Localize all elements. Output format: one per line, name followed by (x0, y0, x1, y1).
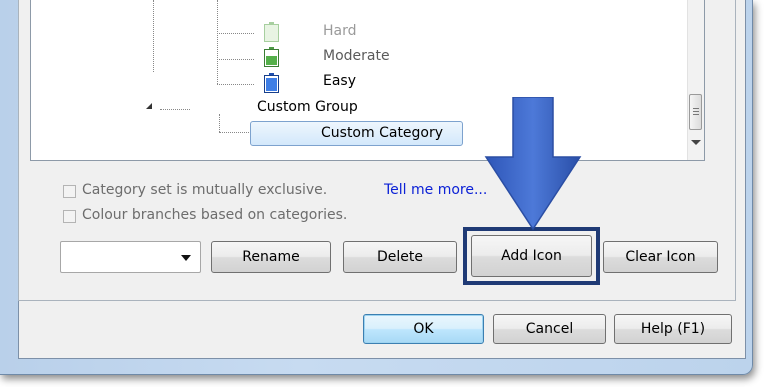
tree-connector (217, 84, 254, 85)
battery-green-empty-icon (264, 22, 279, 42)
scroll-down-arrow-icon[interactable] (691, 140, 701, 145)
dropdown-arrow-icon[interactable] (181, 255, 191, 261)
tree-node-moderate[interactable]: Moderate (323, 48, 390, 64)
delete-button[interactable]: Delete (343, 241, 457, 273)
icon-combo-box[interactable] (60, 241, 201, 273)
tree-scrollbar[interactable] (687, 0, 704, 160)
battery-green-half-icon (264, 47, 279, 67)
tree-connector (160, 109, 190, 110)
help-button[interactable]: Help (F1) (614, 314, 732, 344)
mutually-exclusive-checkbox[interactable] (63, 185, 76, 198)
tree-node-easy[interactable]: Easy (323, 73, 356, 89)
cancel-button[interactable]: Cancel (493, 314, 606, 344)
callout-arrow-icon (484, 97, 582, 231)
clear-icon-button[interactable]: Clear Icon (603, 241, 718, 273)
footer-separator (19, 300, 735, 301)
tree-node-custom-category[interactable]: Custom Category (250, 121, 463, 146)
mutually-exclusive-label: Category set is mutually exclusive. (82, 182, 328, 198)
scrollbar-grip (693, 108, 699, 109)
expand-collapse-icon[interactable] (146, 103, 152, 109)
scrollbar-grip (693, 111, 699, 112)
tree-connector (219, 132, 251, 133)
tree-node-hard[interactable]: Hard (323, 23, 357, 39)
tree-node-custom-category-label: Custom Category (321, 125, 444, 141)
tell-me-more-link[interactable]: Tell me more... (384, 182, 487, 198)
add-icon-highlight (463, 227, 600, 285)
tree-guide-line (219, 114, 220, 132)
ok-button[interactable]: OK (363, 314, 484, 344)
tree-guide-line (217, 0, 218, 84)
tree-node-custom-group[interactable]: Custom Group (257, 99, 358, 115)
tree-guide-line (153, 0, 154, 72)
tree-connector (217, 33, 254, 34)
rename-button[interactable]: Rename (211, 241, 331, 273)
colour-branches-checkbox[interactable] (63, 210, 76, 223)
tree-connector (217, 59, 254, 60)
colour-branches-label: Colour branches based on categories. (82, 207, 348, 223)
scrollbar-thumb[interactable] (689, 94, 702, 130)
battery-blue-icon (264, 73, 279, 93)
scrollbar-grip (693, 114, 699, 115)
